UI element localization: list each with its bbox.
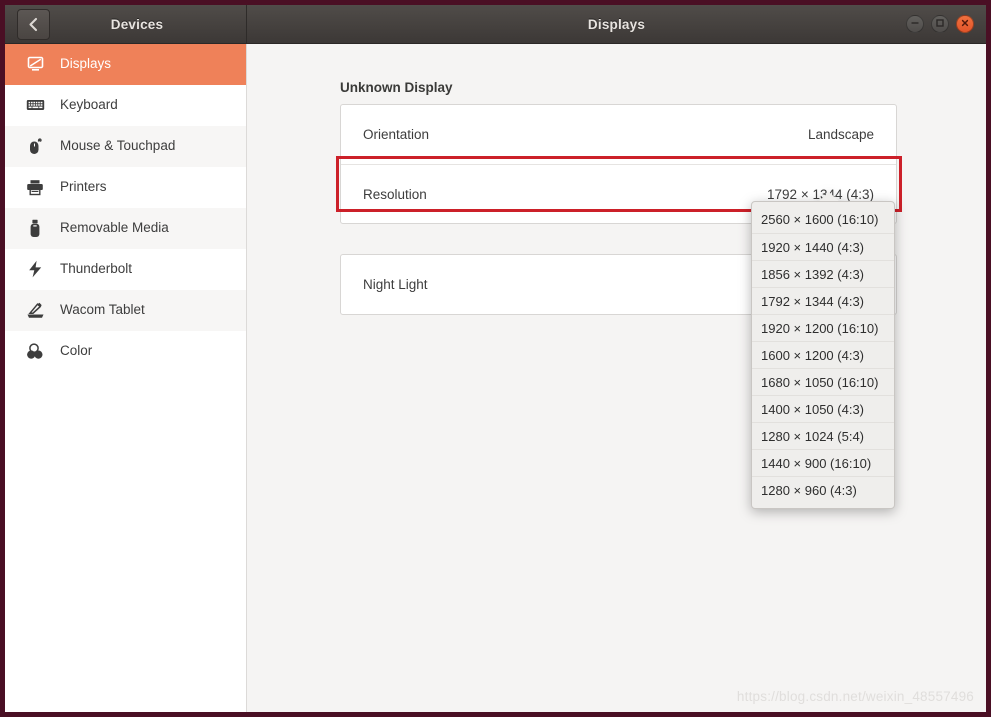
display-name-heading: Unknown Display	[340, 80, 453, 95]
dropdown-option[interactable]: 1280 × 960 (4:3)	[752, 476, 894, 503]
sidebar-item-label: Removable Media	[60, 220, 169, 236]
watermark-text: https://blog.csdn.net/weixin_48557496	[736, 689, 974, 704]
sidebar-item-color[interactable]: Color	[5, 331, 246, 372]
color-circles-icon	[24, 341, 46, 361]
printer-icon	[24, 177, 46, 197]
close-button[interactable]	[956, 15, 974, 33]
orientation-label: Orientation	[363, 127, 430, 142]
dropdown-option[interactable]: 1792 × 1344 (4:3)	[752, 287, 894, 314]
sidebar-item-thunderbolt[interactable]: Thunderbolt	[5, 249, 246, 290]
dropdown-option[interactable]: 2560 × 1600 (16:10)	[752, 206, 894, 233]
orientation-row[interactable]: Orientation Landscape	[341, 105, 896, 164]
mouse-icon	[24, 136, 46, 156]
maximize-button[interactable]	[931, 15, 949, 33]
dropdown-option[interactable]: 1680 × 1050 (16:10)	[752, 368, 894, 395]
sidebar-item-label: Thunderbolt	[60, 261, 133, 277]
sidebar-item-keyboard[interactable]: Keyboard	[5, 85, 246, 126]
dropdown-option[interactable]: 1400 × 1050 (4:3)	[752, 395, 894, 422]
sidebar-item-wacom-tablet[interactable]: Wacom Tablet	[5, 290, 246, 331]
close-icon	[960, 15, 970, 33]
dropdown-list: 2560 × 1600 (16:10) 1920 × 1440 (4:3) 18…	[751, 201, 895, 509]
sidebar-item-displays[interactable]: Displays	[5, 44, 246, 85]
dropdown-option[interactable]: 1920 × 1440 (4:3)	[752, 233, 894, 260]
main-content: Unknown Display Orientation Landscape Re…	[247, 44, 986, 712]
resolution-dropdown-menu: 2560 × 1600 (16:10) 1920 × 1440 (4:3) 18…	[751, 192, 895, 509]
sidebar-item-removable-media[interactable]: Removable Media	[5, 208, 246, 249]
orientation-value: Landscape	[807, 127, 874, 142]
sidebar-item-label: Mouse & Touchpad	[60, 138, 176, 154]
sidebar-item-printers[interactable]: Printers	[5, 167, 246, 208]
thunderbolt-icon	[24, 259, 46, 279]
minimize-icon	[910, 15, 920, 33]
sidebar-item-label: Wacom Tablet	[60, 302, 145, 318]
monitor-icon	[24, 54, 46, 74]
keyboard-icon	[24, 95, 46, 115]
resolution-label: Resolution	[363, 186, 427, 202]
sidebar-item-mouse-touchpad[interactable]: Mouse & Touchpad	[5, 126, 246, 167]
titlebar-right-pane: Displays	[247, 5, 986, 43]
maximize-icon	[935, 15, 945, 33]
dropdown-option[interactable]: 1856 × 1392 (4:3)	[752, 260, 894, 287]
application-window: Devices Displays Displays Keyboard Mouse…	[0, 0, 991, 717]
window-controls	[906, 15, 974, 33]
sidebar: Displays Keyboard Mouse & Touchpad Print…	[5, 44, 247, 712]
devices-title: Devices	[110, 16, 164, 32]
sidebar-item-label: Displays	[60, 56, 112, 72]
titlebar: Devices Displays	[5, 5, 986, 44]
usb-drive-icon	[24, 218, 46, 238]
back-button[interactable]	[17, 8, 50, 40]
minimize-button[interactable]	[906, 15, 924, 33]
dropdown-option[interactable]: 1600 × 1200 (4:3)	[752, 341, 894, 368]
dropdown-option[interactable]: 1920 × 1200 (16:10)	[752, 314, 894, 341]
page-title: Displays	[587, 16, 646, 32]
dropdown-option[interactable]: 1280 × 1024 (5:4)	[752, 422, 894, 449]
night-light-label: Night Light	[363, 277, 428, 292]
titlebar-left-pane: Devices	[5, 5, 247, 43]
chevron-left-icon	[28, 17, 39, 32]
window-inner: Devices Displays Displays Keyboard Mouse…	[5, 5, 986, 712]
sidebar-item-label: Keyboard	[60, 97, 118, 113]
dropdown-option[interactable]: 1440 × 900 (16:10)	[752, 449, 894, 476]
wacom-tablet-icon	[24, 300, 46, 320]
body-area: Displays Keyboard Mouse & Touchpad Print…	[5, 44, 986, 712]
sidebar-item-label: Color	[60, 343, 93, 359]
sidebar-item-label: Printers	[60, 179, 107, 195]
